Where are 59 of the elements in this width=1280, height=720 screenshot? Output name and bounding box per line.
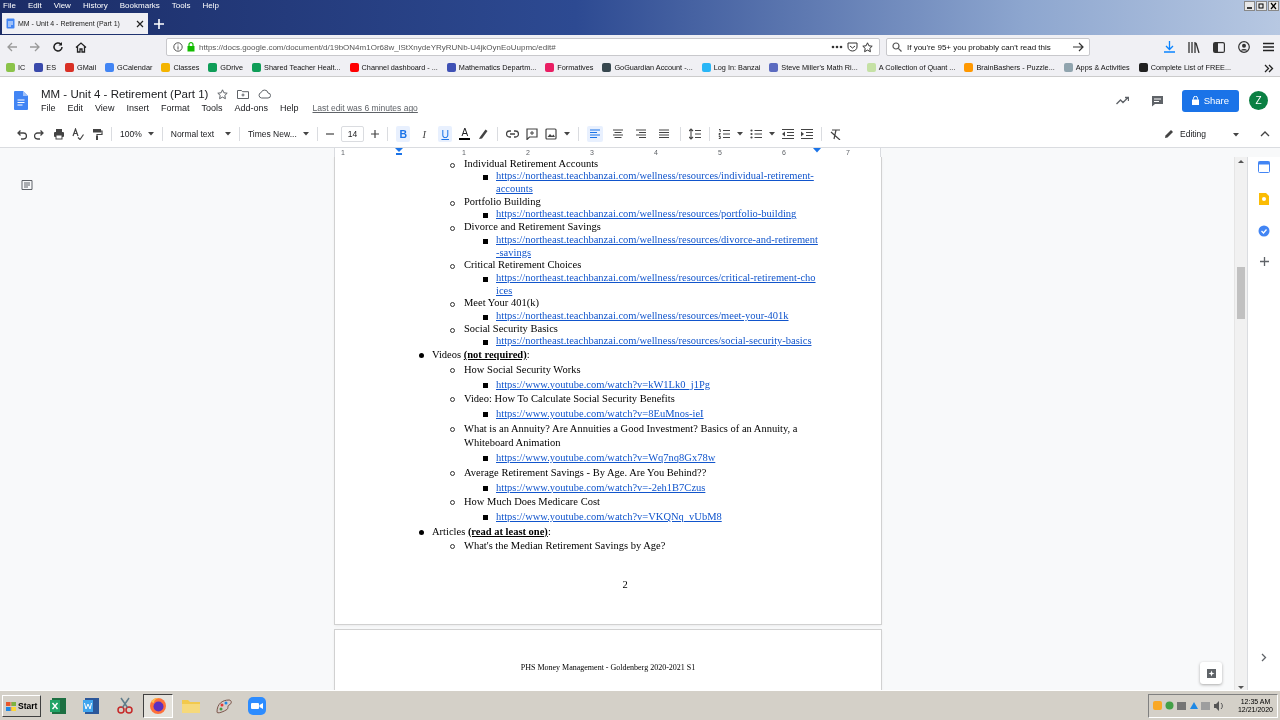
list-item-text: Articles (read at least one): (432, 524, 552, 539)
list-item-text: Meet Your 401(k) (464, 297, 540, 311)
share-button[interactable]: Share (1181, 89, 1239, 112)
list-item-text: What's the Median Retirement Savings by Age? (464, 539, 667, 554)
menu-item[interactable]: History (82, 0, 108, 11)
start-button[interactable]: Start (2, 694, 42, 717)
format-button[interactable]: I (417, 126, 432, 143)
menu-item[interactable]: View (53, 0, 71, 11)
menu-item[interactable]: Bookmarks (119, 0, 160, 11)
font-size-field[interactable]: 14 (340, 126, 365, 143)
font-dropdown[interactable]: Times New... (247, 129, 309, 140)
menu-item[interactable]: Insert (126, 103, 149, 114)
list-item-text: How Social Security Works (464, 362, 582, 377)
link[interactable]: https://www.youtube.com/watch?v=-2eh1B7Czus (496, 480, 818, 496)
link[interactable]: https://www.youtube.com/watch?v=VKQNq_vUbM8 (496, 509, 818, 525)
avatar[interactable]: Z (1249, 91, 1268, 111)
format-button[interactable]: U (438, 126, 453, 143)
list-item-text: Critical Retirement Choices (464, 259, 583, 272)
list-item-text: Portfolio Building (464, 195, 542, 209)
menu-item[interactable]: Add-ons (234, 103, 268, 114)
list-item-text: What is an Annuity? Are Annuities a Good Investment? Basics of an Annuity, a Whiteboard Animation (464, 421, 799, 451)
format-button[interactable]: B (396, 126, 411, 143)
page-footer: PHS Money Management - Goldenberg 2020-2021 S1 (520, 662, 696, 691)
menu-item[interactable]: Tools (171, 0, 191, 11)
link[interactable]: https://northeast.teachbanzai.com/wellness/resources/meet-your-401k (496, 310, 818, 323)
url-text: https://docs.google.com/document/d/19bON4m1Or68w_lStXnydeYRyRUNb-U4jkOynEoUupmc/edit# (199, 42, 557, 52)
link[interactable]: https://northeast.teachbanzai.com/wellness/resources/social-security-basics (496, 335, 818, 349)
menu-item[interactable]: Help (202, 0, 219, 11)
style-dropdown[interactable]: Normal text (170, 129, 231, 140)
menu-item[interactable]: File (41, 103, 56, 114)
list-item-text: How Much Does Medicare Cost (464, 495, 601, 510)
link[interactable]: https://northeast.teachbanzai.com/wellness/resources/critical-retirement-choices (496, 271, 818, 298)
editing-mode-dropdown[interactable]: Editing (1164, 129, 1239, 140)
list-item-text: Average Retirement Savings - By Age. Are You Behind?? (464, 465, 708, 480)
menu-item[interactable]: View (95, 103, 115, 114)
list-item-text: Social Security Basics (464, 322, 559, 336)
list-item-text: Individual Retirement Accounts (464, 157, 600, 171)
link[interactable]: https://www.youtube.com/watch?v=Wq7nq8Gx78w (496, 451, 818, 466)
menu-item[interactable]: Edit (27, 0, 42, 11)
search-field[interactable]: If you're 95+ you probably can't read this (886, 38, 1090, 57)
menu-item[interactable]: File (3, 0, 16, 11)
list-item-text: Divorce and Retirement Savings (464, 221, 602, 234)
address-bar[interactable]: https://docs.google.com/document/d/19bON4m1Or68w_lStXnydeYRyRUNb-U4jkOynEoUupmc/edit# (166, 38, 880, 57)
last-edit-link[interactable]: Last edit was 6 minutes ago (312, 103, 418, 114)
link[interactable]: https://www.youtube.com/watch?v=kW1Lk0_j1Pg (496, 377, 818, 393)
document-title[interactable]: MM - Unit 4 - Retirement (Part 1) (41, 88, 209, 101)
link[interactable]: https://northeast.teachbanzai.com/wellness/resources/divorce-and-retirement-savings (496, 233, 818, 260)
menu-item[interactable]: Help (279, 103, 299, 114)
menu-item[interactable]: Format (160, 103, 190, 114)
menu-item[interactable]: Tools (201, 103, 223, 114)
list-item-text: Video: How To Calculate Social Security Benefits (464, 392, 676, 407)
link[interactable]: https://www.youtube.com/watch?v=8EuMnos-ieI (496, 407, 818, 422)
zoom-dropdown[interactable]: 100% (120, 129, 154, 140)
list-item-text: Videos (not required): (432, 348, 531, 363)
menu-item[interactable]: Edit (67, 103, 84, 114)
text-color-button[interactable]: A (459, 128, 471, 141)
page-number: 2 (622, 579, 628, 592)
link[interactable]: https://northeast.teachbanzai.com/wellness/resources/individual-retirement-accounts (496, 170, 818, 196)
link[interactable]: https://northeast.teachbanzai.com/wellness/resources/portfolio-building (496, 208, 818, 222)
